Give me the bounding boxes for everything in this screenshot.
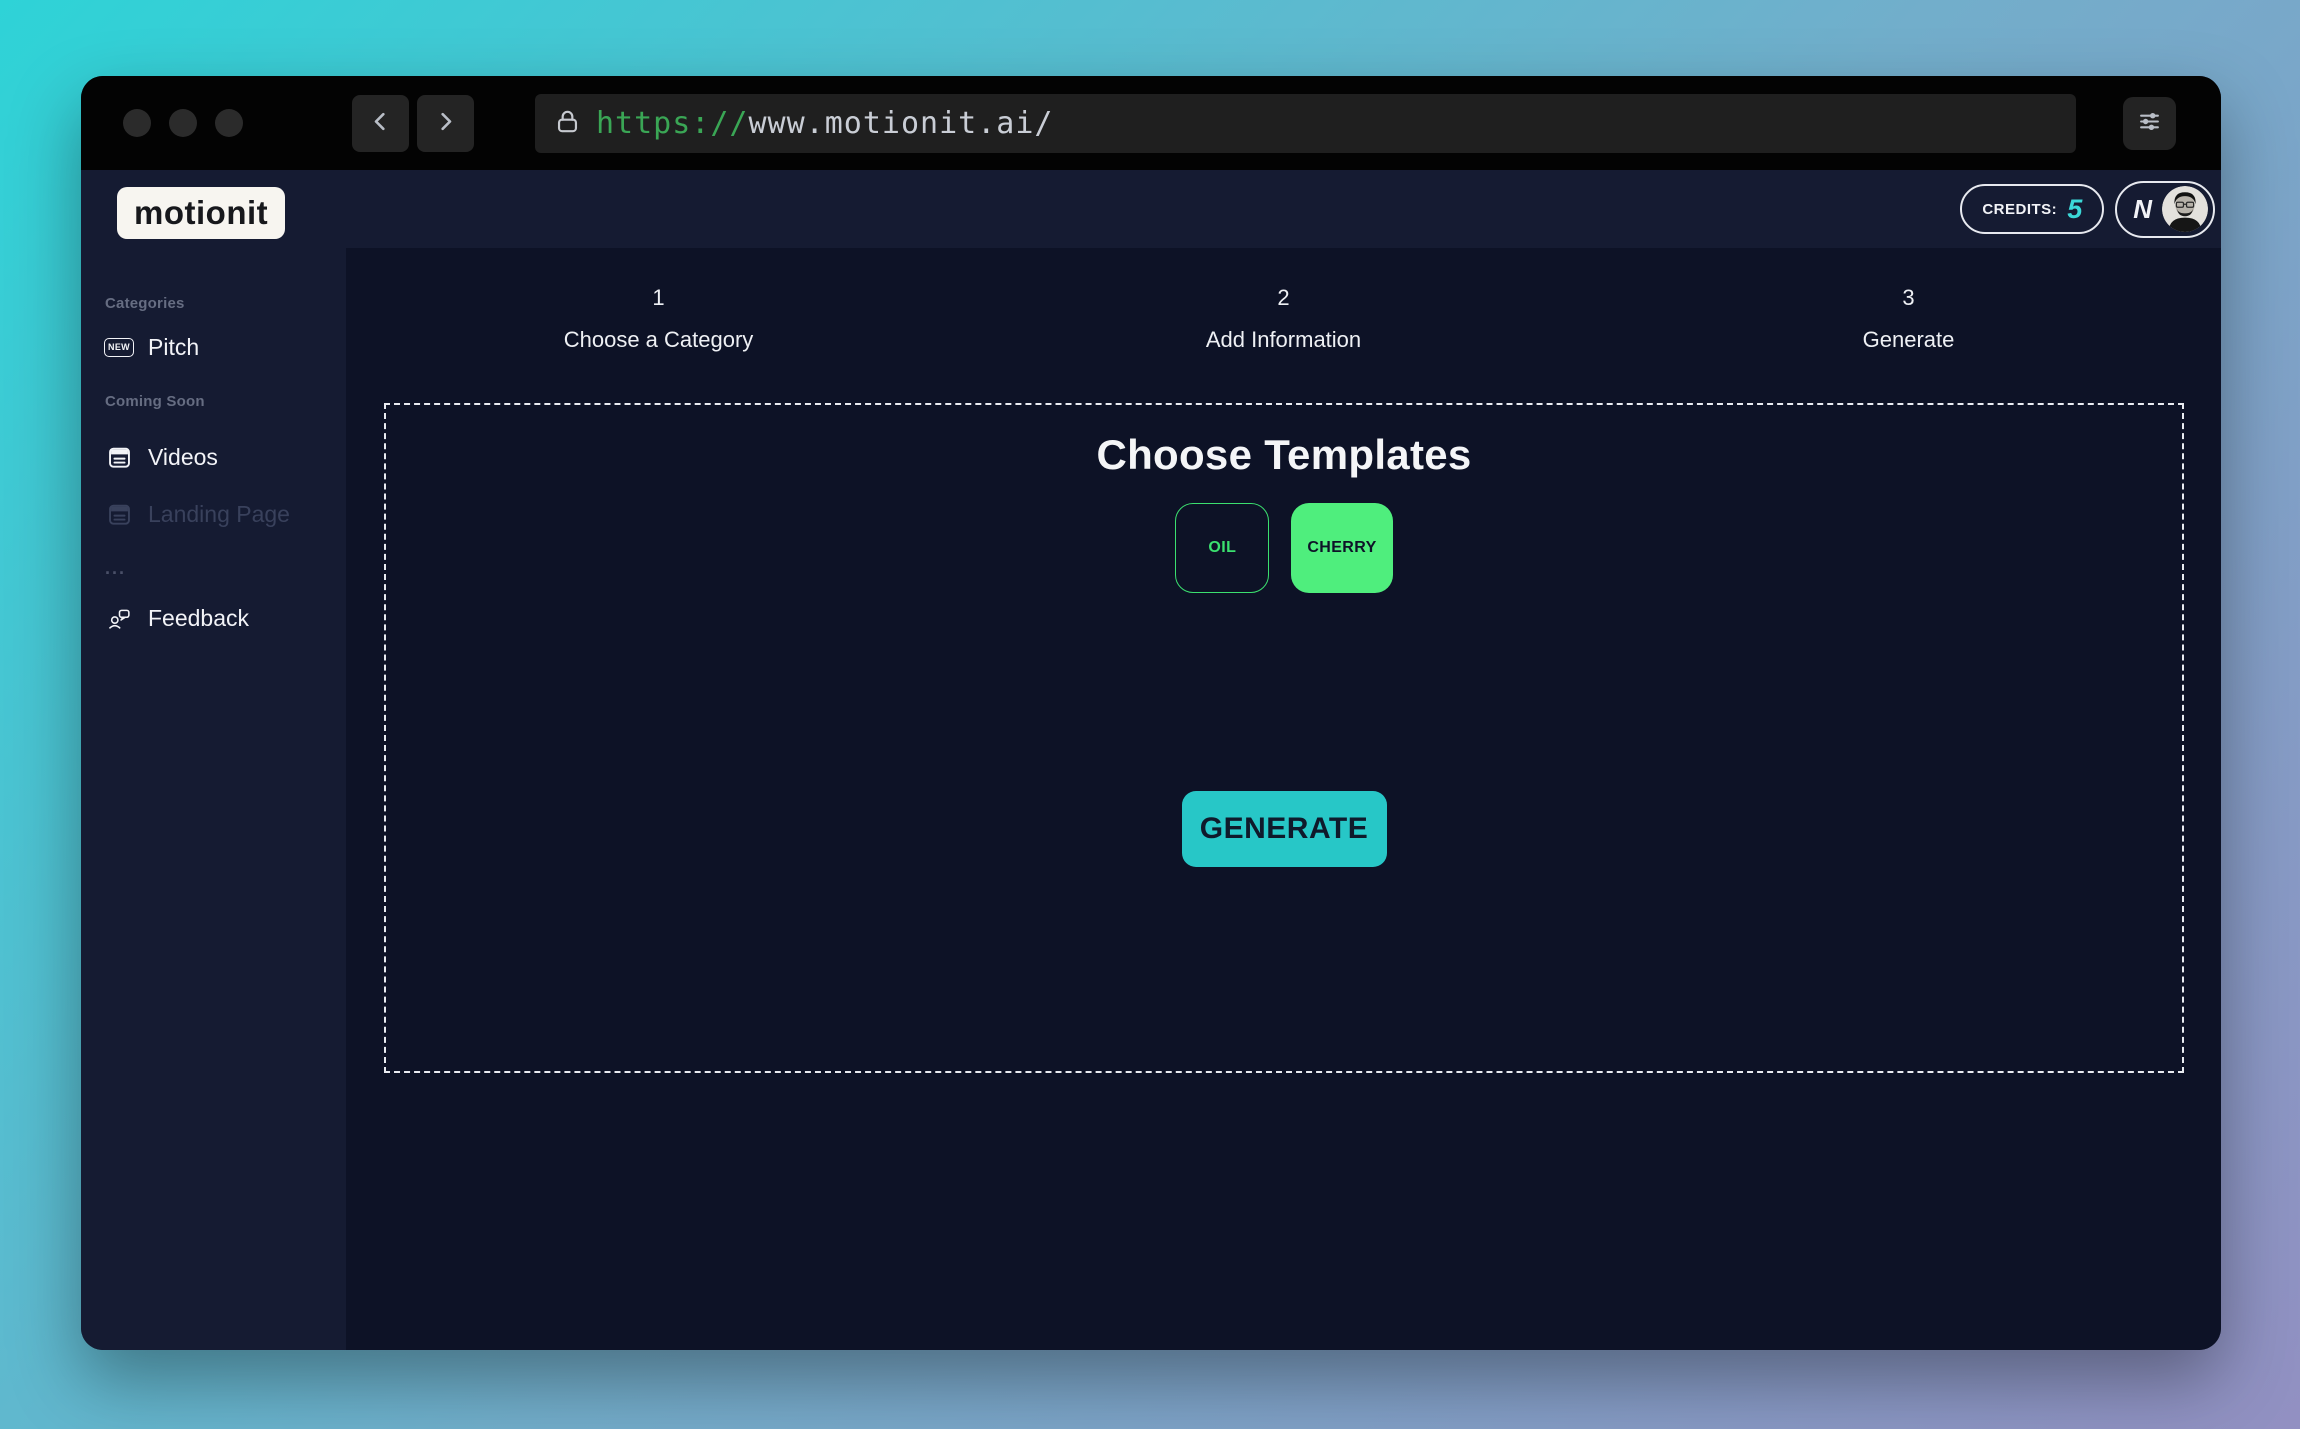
sidebar-item-feedback[interactable]: Feedback [105,605,346,632]
template-option-cherry[interactable]: CHERRY [1291,503,1392,593]
avatar-initial: N [2133,194,2152,225]
window-controls [123,109,243,137]
templates-panel: Choose Templates OIL CHERRY GENERATE [384,403,2184,1073]
sidebar: motionit Categories NEW Pitch Coming Soo… [81,170,346,1350]
step-number: 3 [1596,285,2221,311]
top-bar: CREDITS: 5 N [346,170,2221,248]
step-label: Choose a Category [346,327,971,353]
url-scheme: https:// [596,106,749,141]
new-badge-icon: NEW [105,338,133,357]
panel-heading: Choose Templates [1096,431,1471,479]
sidebar-item-label: Pitch [148,334,199,361]
app-body: motionit Categories NEW Pitch Coming Soo… [81,170,2221,1350]
sidebar-section-categories: Categories [105,295,346,312]
step-1-choose-category[interactable]: 1 Choose a Category [346,285,971,353]
step-3-generate[interactable]: 3 Generate [1596,285,2221,353]
step-2-add-information[interactable]: 2 Add Information [971,285,1596,353]
window-close-button[interactable] [123,109,151,137]
url-text: https://www.motionit.ai/ [596,106,1053,141]
sidebar-item-label: Videos [148,444,218,471]
browser-settings-button[interactable] [2123,97,2176,150]
new-badge-label: NEW [104,338,134,357]
calendar-icon [105,501,133,528]
account-button[interactable]: N [2115,181,2215,238]
sidebar-item-landing-page[interactable]: Landing Page [105,501,346,528]
generate-button[interactable]: GENERATE [1182,791,1387,867]
sidebar-item-videos[interactable]: Videos [105,444,346,471]
stepper: 1 Choose a Category 2 Add Information 3 … [346,285,2221,353]
sidebar-item-label: Landing Page [148,501,290,528]
step-number: 1 [346,285,971,311]
step-label: Generate [1596,327,2221,353]
sidebar-section-coming-soon: Coming Soon [105,393,346,410]
sidebar-item-label: Feedback [148,605,249,632]
forward-button[interactable] [417,95,474,152]
url-host: www.motionit.ai/ [749,106,1054,141]
window-minimize-button[interactable] [169,109,197,137]
feedback-icon [105,606,133,631]
lock-icon [553,107,582,141]
calendar-icon [105,444,133,471]
browser-chrome: https://www.motionit.ai/ [81,76,2221,170]
credits-value: 5 [2067,194,2082,225]
sidebar-item-pitch[interactable]: NEW Pitch [105,334,346,361]
address-bar[interactable]: https://www.motionit.ai/ [535,94,2076,153]
step-number: 2 [971,285,1596,311]
back-button[interactable] [352,95,409,152]
sliders-icon [2134,106,2165,142]
sidebar-item-more[interactable]: ... [105,558,346,579]
template-option-oil[interactable]: OIL [1175,503,1269,593]
chevron-left-icon [367,108,394,140]
template-options: OIL CHERRY [1175,503,1392,593]
chevron-right-icon [432,108,459,140]
credits-label: CREDITS: [1982,201,2057,218]
window-maximize-button[interactable] [215,109,243,137]
app-logo[interactable]: motionit [117,187,285,239]
browser-window: https://www.motionit.ai/ motionit Catego… [81,76,2221,1350]
avatar [2162,186,2208,232]
main-area: CREDITS: 5 N [346,170,2221,1350]
credits-badge[interactable]: CREDITS: 5 [1960,184,2104,234]
step-label: Add Information [971,327,1596,353]
